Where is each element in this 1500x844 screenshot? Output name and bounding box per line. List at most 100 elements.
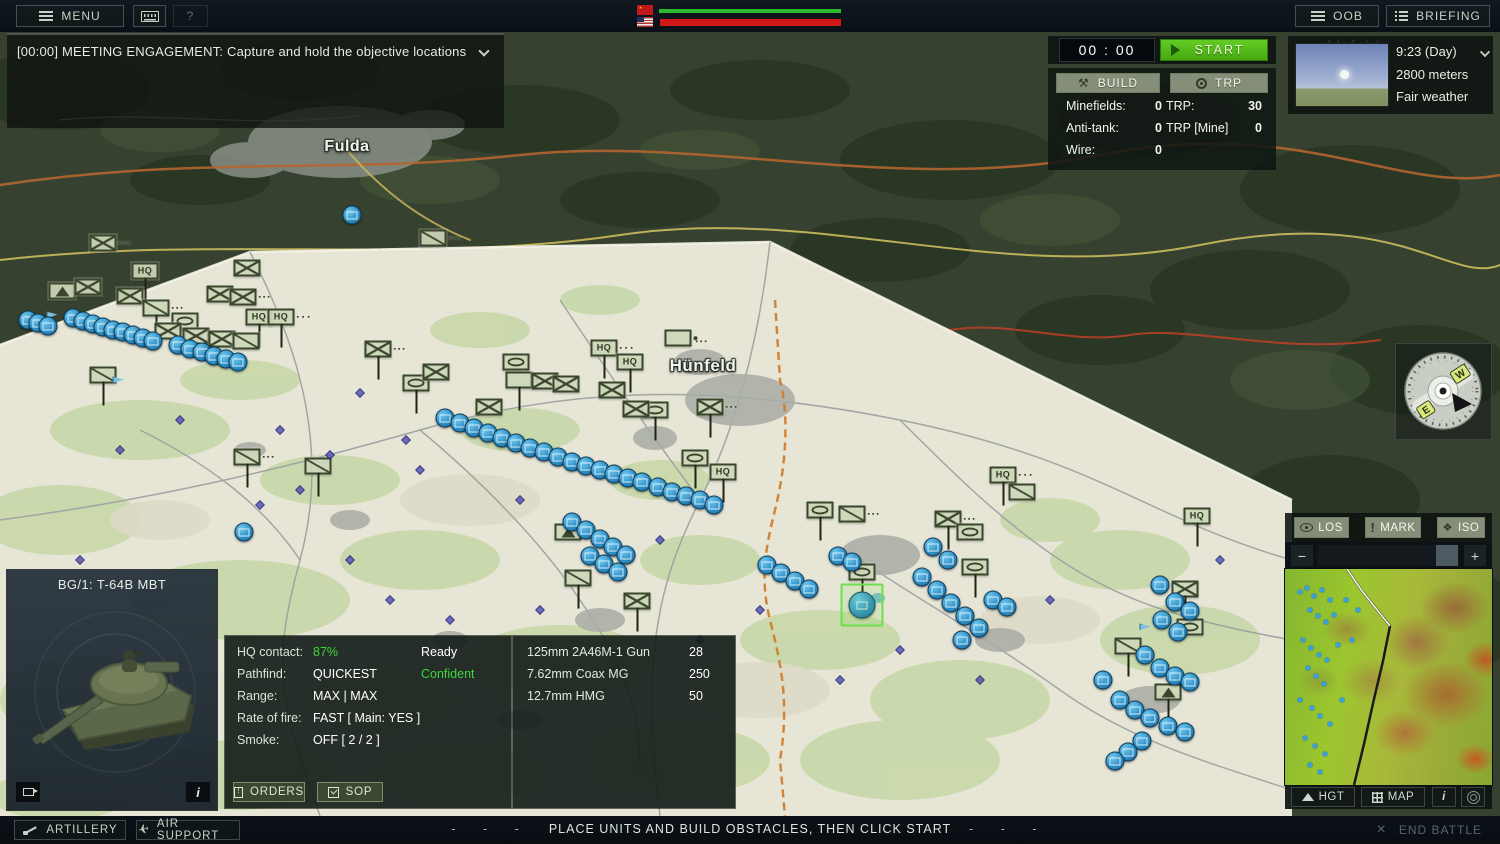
map-unit-inf[interactable] — [230, 289, 257, 306]
map-unit-inf[interactable] — [599, 382, 626, 399]
map-unit-tick[interactable] — [655, 535, 665, 545]
map-unit-blue[interactable] — [609, 563, 628, 582]
map-unit-blue[interactable] — [144, 332, 163, 351]
map-unit-blue[interactable] — [1181, 673, 1200, 692]
map-unit-inf[interactable] — [623, 401, 650, 418]
map-unit-blue[interactable] — [843, 553, 862, 572]
map-unit-blue[interactable] — [939, 551, 958, 570]
start-button[interactable]: START — [1160, 39, 1268, 61]
weather-chevron-icon[interactable] — [1480, 47, 1490, 57]
map-unit-tick[interactable] — [535, 605, 545, 615]
map-unit-blue[interactable] — [229, 353, 248, 372]
map-unit-armor[interactable] — [665, 330, 692, 347]
map-unit-blue[interactable] — [970, 619, 989, 638]
zoom-in-button[interactable]: + — [1464, 545, 1486, 566]
unit-info-button[interactable]: i — [186, 782, 210, 802]
map-unit-blue[interactable] — [953, 631, 972, 650]
map-unit-armor[interactable] — [682, 450, 709, 467]
map-unit-blue[interactable] — [1176, 723, 1195, 742]
map-unit-hq[interactable]: HQ — [617, 354, 644, 371]
map-unit-blue[interactable] — [1181, 602, 1200, 621]
map-unit-armor[interactable] — [957, 524, 984, 541]
map-unit-inf[interactable] — [697, 399, 724, 416]
los-button[interactable]: LOS — [1294, 517, 1349, 538]
build-tab[interactable]: ⚒ BUILD — [1056, 73, 1160, 93]
map-unit-tick[interactable] — [415, 465, 425, 475]
camera-view-button[interactable] — [16, 782, 40, 802]
mark-button[interactable]: ! MARK — [1365, 517, 1421, 538]
map-unit-inf[interactable] — [476, 399, 503, 416]
map-unit-tick[interactable] — [385, 595, 395, 605]
map-unit-armor[interactable] — [962, 559, 989, 576]
map-unit-ad[interactable] — [1155, 684, 1182, 701]
map-unit-tick[interactable] — [345, 555, 355, 565]
map-unit-armor[interactable] — [503, 354, 530, 371]
map-unit-tick[interactable] — [755, 605, 765, 615]
map-unit-blue[interactable] — [235, 523, 254, 542]
briefing-button[interactable]: BRIEFING — [1386, 5, 1490, 27]
map-unit-hq[interactable]: HQ — [1184, 508, 1211, 525]
map-unit-supply[interactable] — [420, 230, 447, 247]
contour-toggle-button[interactable] — [1461, 787, 1485, 807]
map-unit-inf[interactable] — [624, 593, 651, 610]
map-unit-flag[interactable] — [1140, 624, 1151, 633]
menu-button[interactable]: MENU — [16, 5, 124, 27]
iso-button[interactable]: ❖ ISO — [1437, 517, 1485, 538]
map-unit-tick[interactable] — [355, 388, 365, 398]
map-unit-blue[interactable] — [1169, 623, 1188, 642]
map-unit-tick[interactable] — [445, 615, 455, 625]
end-battle-button[interactable]: × END BATTLE — [1377, 820, 1482, 840]
map-unit-blue[interactable] — [1106, 752, 1125, 771]
map-unit-tick[interactable] — [75, 555, 85, 565]
map-unit-supply[interactable] — [305, 458, 332, 475]
map-unit-inf[interactable] — [423, 364, 450, 381]
map-unit-tick[interactable] — [175, 415, 185, 425]
map-unit-flag[interactable] — [113, 377, 124, 386]
map-unit-supply[interactable] — [234, 449, 261, 466]
map-unit-tick[interactable] — [255, 500, 265, 510]
map-unit-blue[interactable] — [705, 496, 724, 515]
hotkeys-button[interactable] — [133, 5, 166, 27]
map-unit-hq[interactable]: HQ — [710, 464, 737, 481]
minimap-info-button[interactable]: i — [1432, 787, 1456, 807]
map-unit-inf[interactable] — [75, 279, 102, 296]
map-unit-tick[interactable] — [515, 495, 525, 505]
map-unit-blue[interactable] — [998, 598, 1017, 617]
map-unit-tick[interactable] — [275, 425, 285, 435]
map-mode-button[interactable]: MAP — [1361, 787, 1425, 807]
map-unit-blue[interactable] — [924, 538, 943, 557]
zoom-slider-track[interactable] — [1318, 545, 1459, 566]
map-unit-inf[interactable] — [234, 260, 261, 277]
trp-tab[interactable]: TRP — [1170, 73, 1268, 93]
heightmap-button[interactable]: HGT — [1291, 787, 1355, 807]
map-unit-tick[interactable] — [1045, 595, 1055, 605]
minimap[interactable] — [1285, 569, 1492, 785]
map-unit-blue[interactable] — [39, 317, 58, 336]
map-unit-tick[interactable] — [835, 675, 845, 685]
map-unit-supply[interactable] — [143, 300, 170, 317]
map-unit-supply[interactable] — [565, 570, 592, 587]
orders-button[interactable]: ORDERS — [233, 782, 305, 802]
map-unit-tick[interactable] — [115, 445, 125, 455]
map-unit-supply[interactable] — [90, 367, 117, 384]
zoom-slider-handle[interactable] — [1436, 545, 1458, 566]
map-unit-bluesel[interactable] — [849, 592, 876, 619]
map-unit-blue[interactable] — [800, 580, 819, 599]
map-unit-inf[interactable] — [209, 331, 236, 348]
map-unit-inf[interactable] — [365, 341, 392, 358]
map-unit-tick[interactable] — [401, 435, 411, 445]
map-unit-tick[interactable] — [1215, 555, 1225, 565]
map-unit-tick[interactable] — [895, 645, 905, 655]
map-unit-inf[interactable] — [117, 288, 144, 305]
map-unit-tick[interactable] — [975, 675, 985, 685]
map-unit-blue[interactable] — [1094, 671, 1113, 690]
map-unit-blue[interactable] — [1141, 709, 1160, 728]
map-unit-supply[interactable] — [233, 333, 260, 350]
map-unit-tick[interactable] — [295, 485, 305, 495]
map-unit-hq[interactable]: HQ — [132, 263, 159, 280]
sop-button[interactable]: SOP — [317, 782, 383, 802]
map-unit-supply[interactable] — [1009, 484, 1036, 501]
map-unit-hq[interactable]: HQ — [990, 467, 1017, 484]
map-unit-blue[interactable] — [1151, 576, 1170, 595]
map-unit-armor[interactable] — [807, 502, 834, 519]
